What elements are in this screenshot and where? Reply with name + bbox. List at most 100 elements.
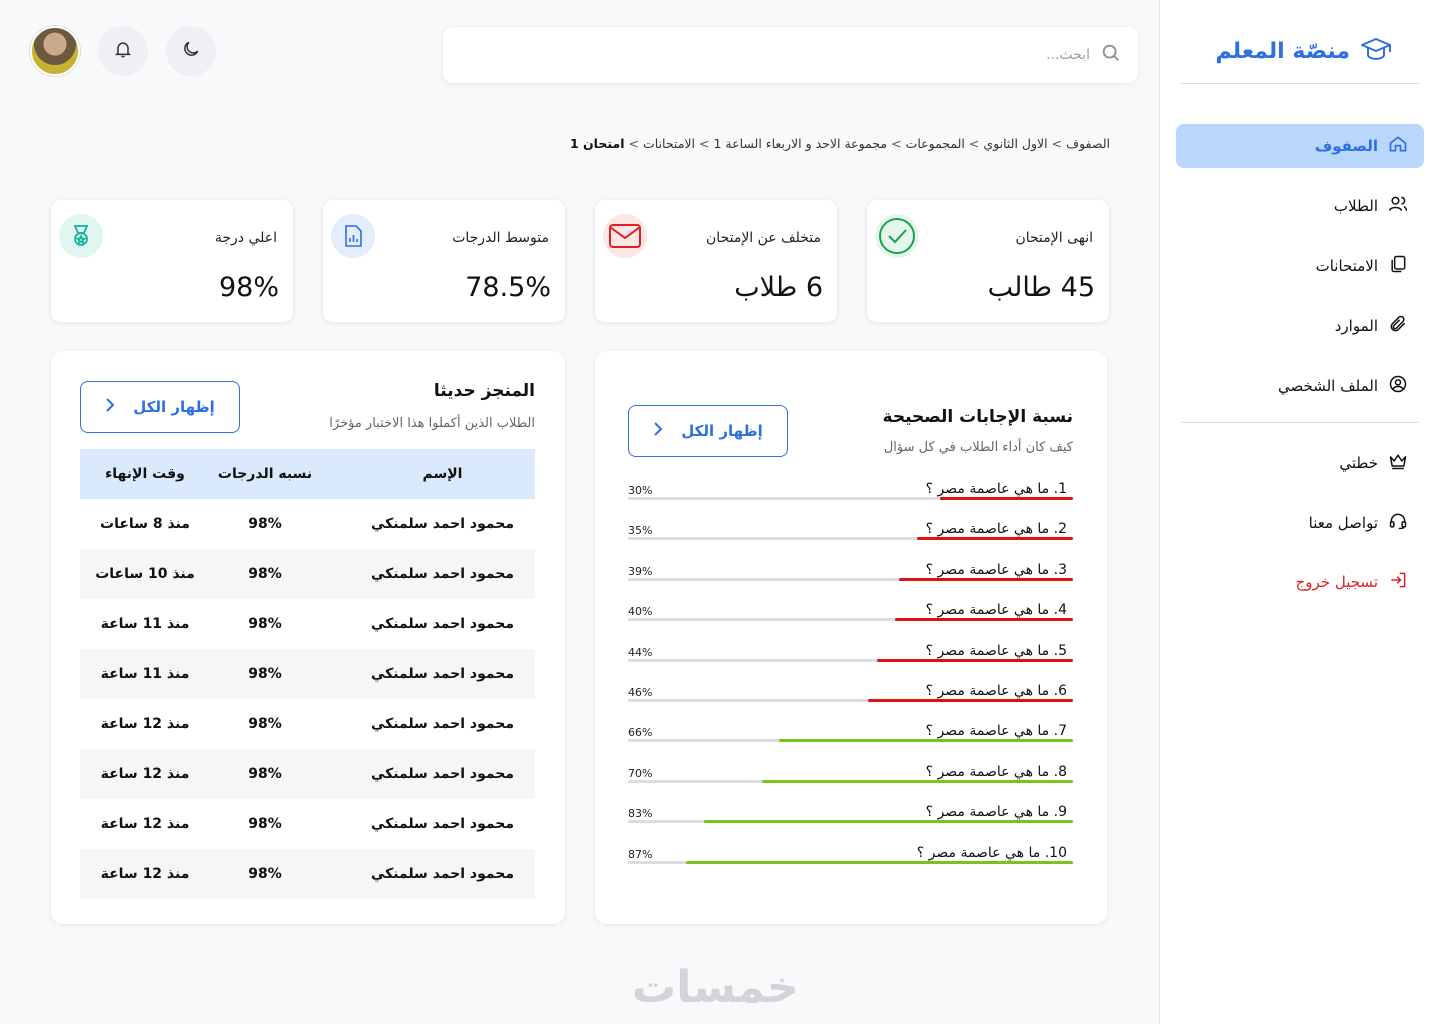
- question-label: 8. ما هي عاصمة مصر ؟: [925, 763, 1067, 780]
- breadcrumb-item[interactable]: الاول الثانوي: [983, 136, 1047, 151]
- breadcrumb: الصفوف>الاول الثانوي>المجموعات>مجموعة ال…: [570, 136, 1110, 151]
- sidebar-item-my-plan[interactable]: خطتي: [1176, 441, 1424, 485]
- question-row: 8. ما هي عاصمة مصر ؟ 70%: [628, 764, 1073, 804]
- cell-score: 98%: [248, 666, 282, 682]
- progress-track: [628, 618, 1073, 622]
- chevron-right-icon: [105, 397, 115, 417]
- cell-finish-time: منذ 11 ساعة: [100, 666, 190, 682]
- question-label: 7. ما هي عاصمة مصر ؟: [925, 723, 1067, 740]
- question-label: 5. ما هي عاصمة مصر ؟: [925, 642, 1067, 659]
- show-all-button[interactable]: إظهار الكل: [628, 405, 788, 457]
- question-label: 9. ما هي عاصمة مصر ؟: [925, 804, 1067, 821]
- cell-finish-time: منذ 8 ساعات: [100, 516, 190, 532]
- column-header-finish-time[interactable]: وقت الإنهاء: [80, 466, 210, 482]
- question-row: 1. ما هي عاصمة مصر ؟ 30%: [628, 481, 1073, 521]
- sidebar-item-classes[interactable]: الصفوف: [1176, 124, 1424, 168]
- table-row[interactable]: محمود احمد سلمنكي 98% منذ 12 ساعة: [80, 749, 535, 799]
- question-label: 6. ما هي عاصمة مصر ؟: [925, 683, 1067, 699]
- brand-logo[interactable]: منصّة المعلم: [1216, 36, 1392, 66]
- recent-table: الإسم نسبه الدرجات وقت الإنهاء محمود احم…: [80, 449, 535, 899]
- sidebar-item-profile[interactable]: الملف الشخصي: [1176, 364, 1424, 408]
- search-icon[interactable]: [1100, 42, 1122, 68]
- progress-fill: [868, 699, 1073, 702]
- avatar[interactable]: [30, 26, 80, 76]
- logout-icon: [1388, 570, 1408, 594]
- question-row: 4. ما هي عاصمة مصر ؟ 40%: [628, 602, 1073, 642]
- progress-fill: [685, 860, 1073, 864]
- column-header-score[interactable]: نسبه الدرجات: [210, 466, 320, 482]
- question-row: 9. ما هي عاصمة مصر ؟ 83%: [628, 804, 1073, 844]
- search-input[interactable]: [890, 47, 1090, 63]
- sidebar-divider: [1181, 83, 1419, 84]
- sidebar-item-label: الملف الشخصي: [1278, 377, 1378, 395]
- check-circle-icon: [875, 214, 919, 258]
- column-header-name[interactable]: الإسم: [320, 466, 535, 482]
- question-percent: 39%: [628, 564, 653, 578]
- question-label: 10. ما هي عاصمة مصر ؟: [916, 844, 1067, 861]
- question-percent: 35%: [628, 524, 653, 538]
- cell-score: 98%: [248, 816, 282, 832]
- stat-value: 6 طلاب: [734, 272, 823, 303]
- table-row[interactable]: محمود احمد سلمنكي 98% منذ 11 ساعة: [80, 649, 535, 699]
- table-row[interactable]: محمود احمد سلمنكي 98% منذ 12 ساعة: [80, 699, 535, 749]
- cell-finish-time: منذ 10 ساعات: [95, 566, 195, 582]
- search-bar[interactable]: [443, 27, 1138, 83]
- table-body: محمود احمد سلمنكي 98% منذ 8 ساعات محمود احم…: [80, 499, 535, 899]
- breadcrumb-separator: >: [891, 136, 902, 151]
- notifications-button[interactable]: [98, 26, 148, 76]
- sidebar-item-exams[interactable]: الامتحانات: [1176, 244, 1424, 288]
- cell-score: 98%: [248, 516, 282, 532]
- sidebar-item-label: خطتي: [1339, 454, 1378, 472]
- table-row[interactable]: محمود احمد سلمنكي 98% منذ 12 ساعة: [80, 849, 535, 899]
- breadcrumb-item[interactable]: الامتحانات: [643, 136, 695, 151]
- breadcrumb-separator: >: [1051, 136, 1063, 151]
- panel-subtitle: الطلاب الذين أكملوا هذا الاختبار مؤخرًا: [329, 416, 535, 431]
- question-row: 3. ما هي عاصمة مصر ؟ 39%: [628, 562, 1073, 602]
- table-row[interactable]: محمود احمد سلمنكي 98% منذ 11 ساعة: [80, 599, 535, 649]
- stat-value: 98%: [218, 272, 279, 303]
- progress-fill: [917, 537, 1073, 541]
- question-row: 7. ما هي عاصمة مصر ؟ 66%: [628, 723, 1073, 763]
- progress-track: [628, 577, 1073, 581]
- stat-label: اعلي درجة: [214, 230, 277, 246]
- sidebar-item-students[interactable]: الطلاب: [1176, 184, 1424, 228]
- sidebar-item-logout[interactable]: تسجيل خروج: [1176, 560, 1424, 604]
- question-label: 2. ما هي عاصمة مصر ؟: [925, 521, 1067, 538]
- breadcrumb-item[interactable]: مجموعة الاحد و الاربعاء الساعة 1: [714, 136, 888, 151]
- bell-icon: [113, 39, 133, 63]
- sidebar-item-label: تواصل معنا: [1308, 514, 1378, 532]
- headset-icon: [1388, 511, 1408, 535]
- question-label: 3. ما هي عاصمة مصر ؟: [925, 561, 1067, 578]
- medal-icon: [59, 214, 103, 258]
- table-row[interactable]: محمود احمد سلمنكي 98% منذ 12 ساعة: [80, 799, 535, 849]
- question-label: 4. ما هي عاصمة مصر ؟: [925, 602, 1067, 619]
- progress-track: [628, 739, 1073, 743]
- table-row[interactable]: محمود احمد سلمنكي 98% منذ 10 ساعات: [80, 549, 535, 599]
- breadcrumb-item[interactable]: المجموعات: [906, 136, 965, 151]
- question-percent: 83%: [628, 807, 653, 821]
- user-circle-icon: [1388, 374, 1408, 398]
- cell-name: محمود احمد سلمنكي: [370, 866, 515, 882]
- stat-label: انهى الإمتحان: [1015, 230, 1093, 246]
- progress-track: [628, 779, 1073, 783]
- cell-score: 98%: [248, 716, 282, 732]
- stat-value: 45 طالب: [987, 272, 1095, 303]
- question-percent: 30%: [628, 484, 653, 497]
- sidebar-item-label: تسجيل خروج: [1295, 573, 1378, 591]
- report-icon: [331, 214, 375, 258]
- sidebar-item-label: الموارد: [1334, 317, 1378, 335]
- cell-name: محمود احمد سلمنكي: [370, 666, 515, 682]
- cell-finish-time: منذ 12 ساعة: [100, 816, 190, 832]
- sidebar-item-resources[interactable]: الموارد: [1176, 304, 1424, 348]
- mail-icon: [603, 214, 647, 258]
- home-icon: [1388, 134, 1408, 158]
- theme-toggle-button[interactable]: [166, 26, 216, 76]
- question-label: 1. ما هي عاصمة مصر ؟: [925, 481, 1067, 497]
- breadcrumb-item[interactable]: الصفوف: [1066, 136, 1110, 151]
- cell-finish-time: منذ 12 ساعة: [100, 866, 190, 882]
- sidebar-item-contact[interactable]: تواصل معنا: [1176, 501, 1424, 545]
- show-all-button[interactable]: إظهار الكل: [80, 381, 240, 433]
- breadcrumb-separator: >: [628, 136, 639, 151]
- table-row[interactable]: محمود احمد سلمنكي 98% منذ 8 ساعات: [80, 499, 535, 549]
- show-all-label: إظهار الكل: [133, 398, 215, 416]
